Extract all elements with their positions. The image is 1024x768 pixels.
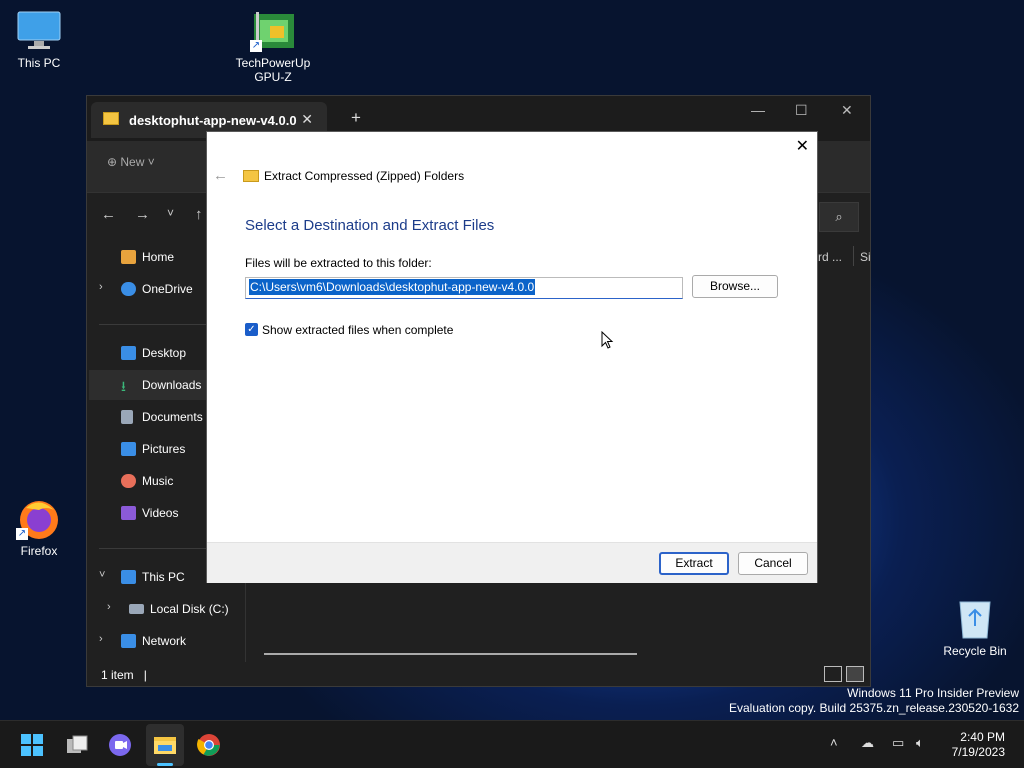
desktop-icon-gpu-z[interactable]: ↗ TechPowerUp GPU-Z: [231, 10, 315, 84]
show-files-label[interactable]: Show extracted files when complete: [262, 323, 453, 337]
disk-icon: [129, 604, 144, 614]
chevron-down-icon[interactable]: ˅: [167, 206, 174, 220]
desktop-icon-label: Recycle Bin: [943, 644, 1007, 658]
start-icon[interactable]: [20, 733, 44, 757]
dialog-close-icon[interactable]: ✕: [796, 136, 809, 156]
music-icon: [121, 474, 136, 488]
dialog-header: Extract Compressed (Zipped) Folders: [264, 169, 465, 183]
zip-folder-icon: [103, 112, 119, 125]
extract-button[interactable]: Extract: [659, 552, 729, 575]
chevron-right-icon[interactable]: ›: [99, 281, 103, 293]
chrome-icon[interactable]: [197, 733, 221, 757]
taskbar: ˄ ☁ ▭ 🔈︎ 2:40 PM 7/19/2023: [0, 720, 1024, 768]
column-header-size[interactable]: Si: [860, 250, 871, 264]
sidebar-item-network[interactable]: › Network: [89, 626, 243, 656]
details-view-icon[interactable]: [824, 666, 842, 682]
shortcut-arrow-icon: ↗: [250, 40, 262, 52]
desktop-icon-label: TechPowerUp GPU-Z: [235, 56, 311, 84]
zip-folder-icon: [243, 170, 259, 182]
show-files-checkbox[interactable]: ✓: [245, 323, 258, 336]
chevron-up-icon[interactable]: ˄: [830, 735, 838, 750]
desktop-icon-label: This PC: [17, 56, 61, 70]
gpu-z-icon: ↗: [250, 10, 296, 52]
download-icon: ⭳: [121, 378, 126, 394]
desktop-icon-recycle-bin[interactable]: Recycle Bin: [933, 598, 1017, 658]
selected-path-text: C:\Users\vm6\Downloads\desktophut-app-ne…: [249, 279, 536, 295]
pictures-icon: [121, 442, 136, 456]
network-off-icon[interactable]: ☁: [861, 735, 874, 751]
status-bar: 1 item |: [87, 662, 870, 687]
desktop-icon-label: Firefox: [20, 544, 58, 558]
forward-arrow-icon[interactable]: →: [135, 206, 150, 223]
new-button[interactable]: ⊕ New ˅: [107, 155, 155, 169]
sidebar-item-label: Music: [142, 474, 174, 488]
firefox-icon: ↗: [16, 498, 62, 540]
mouse-cursor-icon: [601, 331, 614, 349]
dialog-footer: Extract Cancel: [207, 542, 817, 583]
cloud-icon: [121, 282, 136, 296]
extract-dialog: ✕ ← Extract Compressed (Zipped) Folders …: [206, 131, 818, 583]
back-arrow-icon[interactable]: ←: [213, 167, 228, 184]
shortcut-arrow-icon: ↗: [16, 528, 28, 540]
sidebar-item-local-disk[interactable]: › Local Disk (C:): [89, 594, 243, 624]
desktop-icon-firefox[interactable]: ↗ Firefox: [0, 498, 81, 558]
new-button-label: New: [120, 155, 145, 169]
sidebar-item-label: Home: [142, 250, 175, 264]
tab-close-icon[interactable]: ✕: [301, 111, 313, 128]
clock[interactable]: 2:40 PM 7/19/2023: [952, 730, 1005, 760]
destination-path-input[interactable]: C:\Users\vm6\Downloads\desktophut-app-ne…: [245, 277, 683, 299]
monitor-icon: [16, 10, 62, 52]
folder-label: Files will be extracted to this folder:: [245, 256, 432, 270]
column-divider: [853, 246, 854, 266]
chat-icon[interactable]: [108, 733, 132, 757]
up-arrow-icon[interactable]: ↑: [195, 206, 203, 223]
back-arrow-icon[interactable]: ←: [101, 206, 116, 223]
tiles-view-icon[interactable]: [846, 666, 864, 682]
network-icon: [121, 634, 136, 648]
display-icon[interactable]: ▭: [892, 735, 904, 751]
cancel-button[interactable]: Cancel: [738, 552, 808, 575]
volume-icon[interactable]: 🔈︎: [916, 735, 924, 751]
plus-circle-icon: ⊕: [107, 155, 121, 169]
column-header-date[interactable]: rd ...: [818, 250, 842, 264]
recycle-bin-icon: [952, 598, 998, 640]
sidebar-item-label: OneDrive: [142, 282, 193, 296]
search-icon[interactable]: ⌕: [819, 202, 859, 232]
chevron-down-icon[interactable]: ˅: [99, 569, 105, 581]
sidebar-item-label: Network: [142, 634, 187, 648]
desktop-icon: [121, 346, 136, 360]
horizontal-scrollbar[interactable]: [264, 653, 637, 655]
window-close-icon[interactable]: ✕: [841, 102, 853, 119]
active-indicator: [157, 763, 173, 766]
new-tab-icon[interactable]: +: [351, 108, 361, 128]
pc-icon: [121, 570, 136, 584]
clock-date: 7/19/2023: [951, 745, 1005, 759]
sidebar-item-label: Desktop: [142, 346, 187, 360]
sidebar-item-label: Pictures: [142, 442, 186, 456]
chevron-right-icon[interactable]: ›: [107, 601, 111, 613]
sidebar-item-label: Documents: [142, 410, 203, 424]
sidebar-item-label: Videos: [142, 506, 179, 520]
maximize-icon[interactable]: ☐: [795, 102, 808, 119]
desktop-icon-this-pc[interactable]: This PC: [0, 10, 81, 70]
watermark-line1: Windows 11 Pro Insider Preview: [847, 686, 1019, 700]
watermark-line2: Evaluation copy. Build 25375.zn_release.…: [729, 701, 1019, 715]
item-count: 1 item |: [101, 668, 147, 682]
dialog-title: Select a Destination and Extract Files: [245, 217, 495, 234]
task-view-icon[interactable]: [65, 733, 89, 757]
document-icon: [121, 410, 133, 424]
chevron-right-icon[interactable]: ›: [99, 633, 103, 645]
video-icon: [121, 506, 136, 520]
sidebar-item-label: This PC: [142, 570, 185, 584]
sidebar-item-label: Downloads: [142, 378, 202, 392]
file-explorer-taskbar-icon[interactable]: [153, 733, 177, 757]
minimize-icon[interactable]: —: [751, 102, 765, 118]
tab-title: desktophut-app-new-v4.0.0: [129, 113, 297, 128]
home-icon: [121, 250, 136, 264]
browse-button[interactable]: Browse...: [692, 275, 778, 298]
sidebar-item-label: Local Disk (C:): [150, 602, 229, 616]
clock-time: 2:40 PM: [960, 730, 1005, 744]
